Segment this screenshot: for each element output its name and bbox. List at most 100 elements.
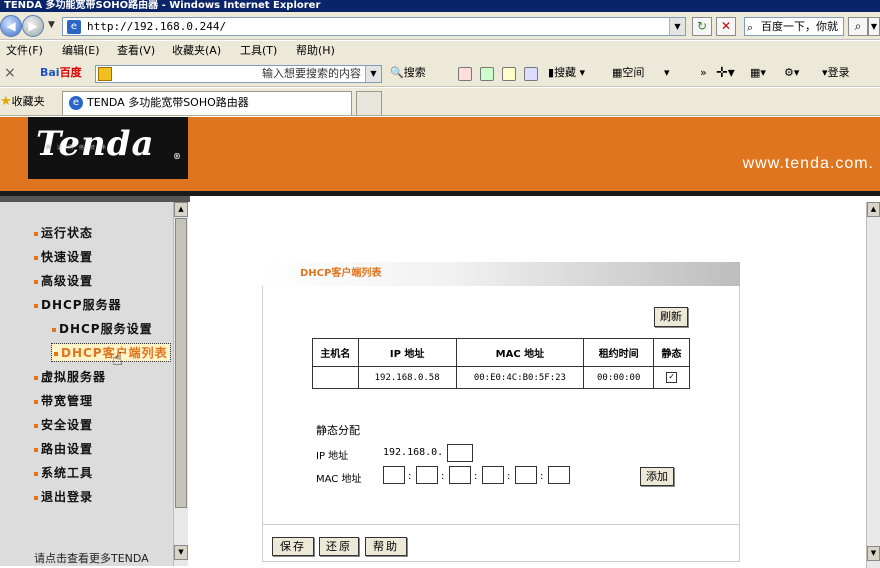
bullet-icon xyxy=(54,351,58,356)
mac-separator: : xyxy=(507,471,511,482)
add-button[interactable]: 添加 xyxy=(640,467,674,486)
search-go-icon[interactable]: ⌕ xyxy=(848,17,868,36)
more-chevron-icon[interactable]: » xyxy=(700,61,707,85)
cell-lease: 00:00:00 xyxy=(583,366,655,389)
scroll-up-icon[interactable]: ▲ xyxy=(867,202,880,217)
sidebar-item-system-tools[interactable]: 系统工具 xyxy=(34,464,93,481)
menu-bar: 文件(F) 编辑(E) 查看(V) 收藏夹(A) 工具(T) 帮助(H) xyxy=(0,41,880,61)
baidu-search-input[interactable]: 输入想要搜索的内容 ▼ xyxy=(95,65,382,83)
toolbar-search-button[interactable]: ▮搜藏 ▾ xyxy=(548,61,585,85)
menu-edit[interactable]: 编辑(E) xyxy=(62,41,100,61)
sidebar-item-dhcp-client-list[interactable]: DHCP客户端列表 xyxy=(51,343,171,362)
static-checkbox[interactable]: ✓ xyxy=(666,372,678,383)
dhcp-client-table: 主机名 IP 地址 MAC 地址 租约时间 静态 192.168.0.58 00… xyxy=(312,338,690,389)
sidebar-item-dhcp-server[interactable]: DHCP服务器 xyxy=(34,296,122,313)
star-icon: ★ xyxy=(0,94,12,109)
scroll-down-icon[interactable]: ▼ xyxy=(867,546,880,561)
menu-tools[interactable]: 工具(T) xyxy=(240,41,277,61)
mac-input-2[interactable] xyxy=(416,466,438,484)
image-icon[interactable] xyxy=(480,67,494,81)
refresh-icon[interactable]: ↻ xyxy=(692,17,712,36)
cell-ip: 192.168.0.58 xyxy=(357,366,457,389)
stop-icon[interactable]: ✕ xyxy=(716,17,736,36)
restore-button[interactable]: 还原 xyxy=(319,537,359,556)
bullet-icon xyxy=(34,399,38,404)
scroll-down-icon[interactable]: ▼ xyxy=(174,545,188,560)
mac-input-5[interactable] xyxy=(515,466,537,484)
menu-favorites[interactable]: 收藏夹(A) xyxy=(172,41,221,61)
sidebar-item-status[interactable]: 运行状态 xyxy=(34,224,93,241)
url-dropdown-icon[interactable]: ▼ xyxy=(669,18,685,35)
sidebar-footer-link[interactable]: 请点击查看更多TENDA xyxy=(34,550,149,566)
mac-input-3[interactable] xyxy=(449,466,471,484)
menu-help[interactable]: 帮助(H) xyxy=(296,41,335,61)
grid-icon[interactable] xyxy=(524,67,538,81)
tool-icon-1[interactable] xyxy=(458,67,472,81)
tab-tenda[interactable]: e TENDA 多功能宽带SOHO路由器 xyxy=(62,91,352,115)
save-button[interactable]: 保存 xyxy=(272,537,314,556)
page-scrollbar[interactable]: ▲ ▼ xyxy=(866,202,880,568)
mac-separator: : xyxy=(540,471,544,482)
bullet-icon xyxy=(34,279,38,284)
sidebar-item-logout[interactable]: 退出登录 xyxy=(34,488,93,505)
main-content: DHCP客户端列表 刷新 主机名 IP 地址 MAC 地址 租约时间 静态 19… xyxy=(188,202,866,566)
bullet-icon xyxy=(34,423,38,428)
baidu-search-hint: 输入想要搜索的内容 xyxy=(262,67,361,80)
col-static: 静态 xyxy=(653,338,690,367)
mac-input-4[interactable] xyxy=(482,466,504,484)
scroll-thumb[interactable] xyxy=(175,218,187,508)
zhidao-icon[interactable] xyxy=(502,67,516,81)
sidebar-item-quick-setup[interactable]: 快速设置 xyxy=(34,248,93,265)
favorites-button[interactable]: ★收藏夹 xyxy=(0,88,45,116)
col-lease: 租约时间 xyxy=(583,338,655,367)
baidu-toolbar: × Bai百度 输入想要搜索的内容 ▼ 🔍搜索 ▮搜藏 ▾ ▦空间 ▾ » ✛▾… xyxy=(0,61,880,87)
forward-icon[interactable]: ▶ xyxy=(22,15,44,37)
apps-icon[interactable]: ▦▾ xyxy=(750,61,766,85)
tab-row: ★收藏夹 e TENDA 多功能宽带SOHO路由器 xyxy=(0,88,880,116)
col-hostname: 主机名 xyxy=(312,338,359,367)
scroll-up-icon[interactable]: ▲ xyxy=(174,202,188,217)
baidu-dropdown-icon[interactable]: ▼ xyxy=(365,66,381,82)
bullet-icon xyxy=(34,495,38,500)
history-dropdown-icon[interactable]: ▼ xyxy=(48,20,55,30)
window-title: TENDA 多功能宽带SOHO路由器 - Windows Internet Ex… xyxy=(0,0,880,12)
sidebar-item-dhcp-settings[interactable]: DHCP服务设置 xyxy=(52,320,153,337)
mac-label: MAC 地址 xyxy=(316,474,362,485)
static-assign-title: 静态分配 xyxy=(316,424,360,437)
page-icon: e xyxy=(67,20,81,34)
mac-input-6[interactable] xyxy=(548,466,570,484)
login-button[interactable]: ▾登录 xyxy=(822,61,850,85)
space-button[interactable]: ▦空间 xyxy=(612,61,644,85)
mac-input-1[interactable] xyxy=(383,466,405,484)
cell-mac: 00:E0:4C:B0:5F:23 xyxy=(455,366,585,389)
search-options-icon[interactable]: ▼ xyxy=(868,17,880,36)
refresh-button[interactable]: 刷新 xyxy=(654,307,688,327)
bullet-icon xyxy=(34,471,38,476)
sidebar-item-advanced[interactable]: 高级设置 xyxy=(34,272,93,289)
brand-header: Tenda ® 腾达网络技术 www.tenda.com. xyxy=(0,117,880,196)
sidebar-scrollbar[interactable]: ▲ ▼ xyxy=(173,202,188,566)
mac-separator: : xyxy=(474,471,478,482)
sidebar-item-bandwidth[interactable]: 带宽管理 xyxy=(34,392,93,409)
search-placeholder: 百度一下，你就 xyxy=(761,20,838,33)
url-input[interactable]: e http://192.168.0.244/ ▼ xyxy=(62,17,686,36)
sidebar-menu: 运行状态 快速设置 高级设置 DHCP服务器 DHCP服务设置 DHCP客户端列… xyxy=(0,202,172,566)
hand-cursor-icon: ☝ xyxy=(112,349,123,370)
baidu-search-button[interactable]: 🔍搜索 xyxy=(390,61,426,85)
bullet-icon xyxy=(34,303,38,308)
back-icon[interactable]: ◀ xyxy=(0,15,22,37)
menu-file[interactable]: 文件(F) xyxy=(6,41,43,61)
close-toolbar-icon[interactable]: × xyxy=(4,61,16,85)
sidebar-item-virtual-server[interactable]: 虚拟服务器 xyxy=(34,368,106,385)
sidebar-item-security[interactable]: 安全设置 xyxy=(34,416,93,433)
ip-label: IP 地址 xyxy=(316,451,349,462)
add-icon[interactable]: ✛▾ xyxy=(716,61,735,85)
search-input[interactable]: ⌕ 百度一下，你就 xyxy=(744,17,844,36)
ip-last-octet-input[interactable] xyxy=(447,444,473,462)
menu-view[interactable]: 查看(V) xyxy=(117,41,155,61)
help-button[interactable]: 帮助 xyxy=(365,537,407,556)
new-tab-button[interactable] xyxy=(356,91,382,115)
more-dropdown-icon[interactable]: ▾ xyxy=(664,61,670,85)
sidebar-item-routing[interactable]: 路由设置 xyxy=(34,440,93,457)
gear-icon[interactable]: ⚙▾ xyxy=(784,61,799,85)
